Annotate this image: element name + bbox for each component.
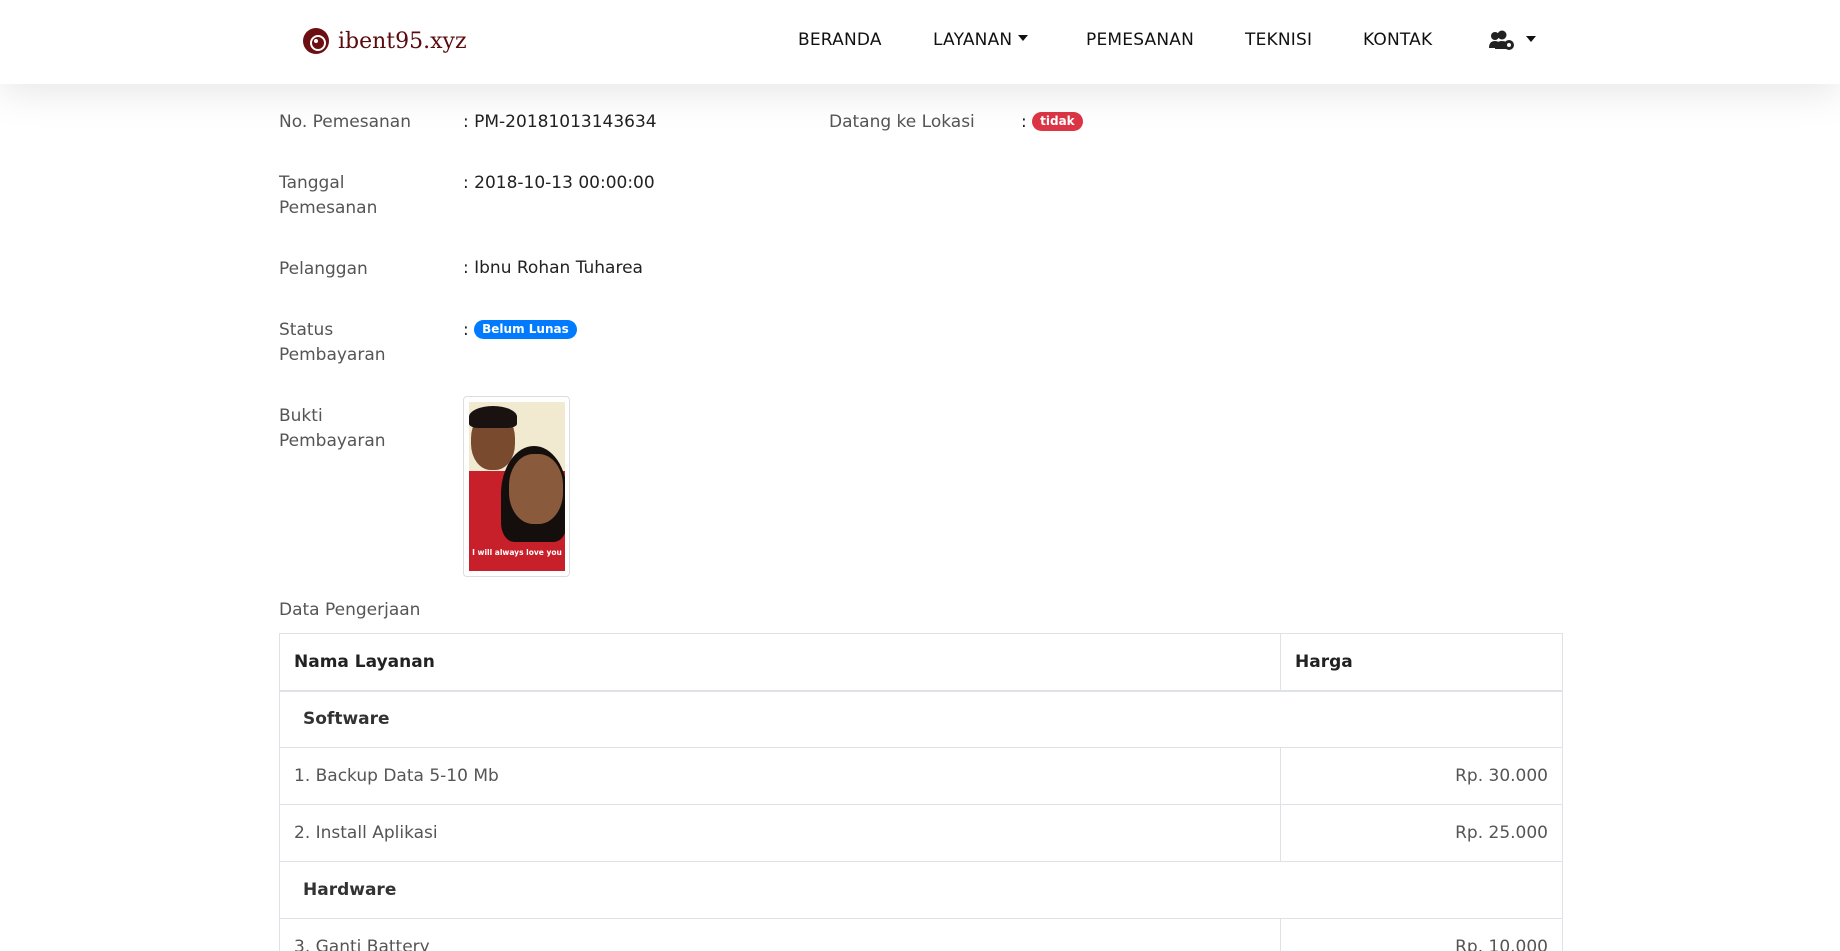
nav-item-layanan-label: LAYANAN — [933, 30, 1013, 50]
table-row: 1. Backup Data 5-10 Mb Rp. 30.000 — [279, 747, 1563, 805]
payment-proof-label-line2: Pembayaran — [279, 431, 386, 451]
work-data-title: Data Pengerjaan — [279, 600, 421, 620]
group-name: Hardware — [279, 861, 1563, 919]
users-cog-icon — [1489, 30, 1514, 50]
payment-status-badge: Belum Lunas — [474, 319, 577, 339]
payment-status-prefix: : — [463, 320, 469, 340]
brand-logo-icon — [303, 28, 329, 54]
payment-proof-image[interactable]: I will always love you — [463, 396, 570, 577]
location-label: Datang ke Lokasi — [829, 112, 975, 132]
chevron-down-icon — [1018, 35, 1029, 41]
customer-label: Pelanggan — [279, 259, 368, 279]
payment-status-label-line1: Status — [279, 320, 334, 340]
location-value: : tidak — [1021, 110, 1083, 135]
table-group-row: Software — [279, 690, 1563, 748]
payment-proof-photo: I will always love you — [469, 402, 565, 571]
photo-face — [509, 454, 563, 524]
customer-value: : Ibnu Rohan Tuharea — [463, 258, 643, 278]
order-date-label: Tanggal Pemesanan — [279, 171, 377, 221]
service-name: 1. Backup Data 5-10 Mb — [279, 747, 1281, 805]
service-name: 2. Install Aplikasi — [279, 804, 1281, 862]
table-group-row: Hardware — [279, 861, 1563, 919]
photo-caption: I will always love you — [472, 548, 562, 557]
group-name: Software — [279, 690, 1563, 748]
nav-item-kontak[interactable]: KONTAK — [1363, 30, 1432, 50]
column-header-price: Harga — [1280, 633, 1563, 692]
order-date-value: : 2018-10-13 00:00:00 — [463, 173, 655, 193]
service-price: Rp. 25.000 — [1280, 804, 1563, 862]
payment-status-value: : Belum Lunas — [463, 318, 577, 343]
service-price: Rp. 30.000 — [1280, 747, 1563, 805]
order-no-label: No. Pemesanan — [279, 112, 411, 132]
work-data-table: Nama Layanan Harga Software 1. Backup Da… — [279, 633, 1563, 951]
service-name: 3. Ganti Battery — [279, 918, 1281, 951]
payment-status-label-line2: Pembayaran — [279, 345, 386, 365]
service-price: Rp. 10.000 — [1280, 918, 1563, 951]
location-prefix: : — [1021, 112, 1027, 132]
order-no-value: : PM-20181013143634 — [463, 112, 657, 132]
location-badge: tidak — [1032, 111, 1083, 131]
brand-name: ibent95.xyz — [338, 28, 467, 54]
order-date-label-line1: Tanggal — [279, 173, 345, 193]
user-menu-dropdown[interactable] — [1488, 30, 1536, 52]
table-row: 2. Install Aplikasi Rp. 25.000 — [279, 804, 1563, 862]
chevron-down-icon — [1526, 36, 1536, 42]
payment-status-label: Status Pembayaran — [279, 318, 386, 368]
table-header-row: Nama Layanan Harga — [279, 633, 1563, 692]
table-row: 3. Ganti Battery Rp. 10.000 — [279, 918, 1563, 951]
payment-proof-label-line1: Bukti — [279, 406, 323, 426]
column-header-service: Nama Layanan — [279, 633, 1281, 692]
nav-item-beranda[interactable]: BERANDA — [798, 30, 882, 50]
order-date-label-line2: Pemesanan — [279, 198, 378, 218]
photo-hair — [469, 406, 517, 428]
payment-proof-label: Bukti Pembayaran — [279, 404, 386, 454]
nav-item-teknisi[interactable]: TEKNISI — [1245, 30, 1312, 50]
brand-link[interactable]: ibent95.xyz — [303, 28, 467, 54]
nav-item-pemesanan[interactable]: PEMESANAN — [1086, 30, 1194, 50]
top-navbar: ibent95.xyz BERANDA LAYANAN PEMESANAN TE… — [0, 0, 1840, 84]
nav-item-layanan[interactable]: LAYANAN — [933, 30, 1029, 50]
